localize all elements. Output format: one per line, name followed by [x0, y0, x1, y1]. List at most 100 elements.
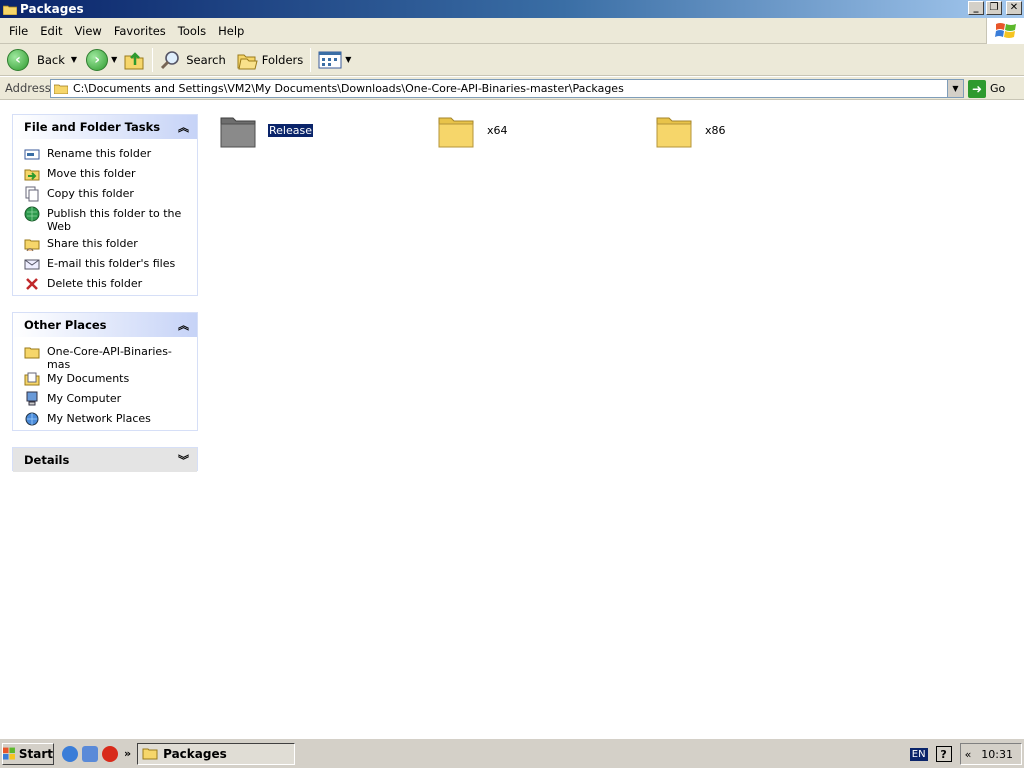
- folder-item-x64[interactable]: x64: [436, 110, 509, 150]
- windows-logo-icon: [3, 747, 15, 760]
- folder-icon: [656, 117, 692, 148]
- search-button[interactable]: Search: [157, 46, 229, 74]
- views-icon: [318, 51, 342, 68]
- task-share[interactable]: Share this folder: [13, 236, 197, 256]
- toolbar: ‹ Back ▼ › ▼ Search Folders ▼: [0, 44, 1024, 76]
- views-button[interactable]: ▼: [315, 46, 354, 74]
- other-places-header[interactable]: Other Places ︽: [13, 313, 197, 337]
- expand-chevron-icon[interactable]: ︾: [178, 452, 189, 468]
- back-button[interactable]: ‹ Back: [4, 46, 68, 74]
- up-folder-button[interactable]: [120, 46, 148, 74]
- notification-area: « 10:31: [959, 743, 1022, 765]
- delete-icon: [24, 276, 40, 292]
- panel-title: Other Places: [24, 318, 107, 332]
- toolbar-separator: [152, 47, 154, 72]
- address-label: Address: [5, 81, 51, 95]
- folders-icon: [237, 54, 258, 69]
- title-bar[interactable]: Packages _ ❐ ✕: [0, 0, 1024, 18]
- folder-icon: [142, 748, 158, 760]
- quick-launch-chevron-icon[interactable]: »: [124, 747, 131, 760]
- place-label: My Documents: [47, 372, 130, 385]
- folder-icon: [220, 117, 256, 148]
- place-my-documents[interactable]: My Documents: [13, 371, 197, 391]
- go-label: Go: [990, 82, 1006, 95]
- task-publish[interactable]: Publish this folder to the Web: [13, 206, 197, 236]
- close-button[interactable]: ✕: [1006, 1, 1022, 15]
- collapse-chevron-icon[interactable]: ︽: [178, 317, 189, 333]
- place-parent-folder[interactable]: One-Core-API-Binaries-mas: [13, 344, 197, 371]
- file-folder-tasks-header[interactable]: File and Folder Tasks ︽: [13, 115, 197, 139]
- network-places-icon: [24, 411, 40, 427]
- forward-button[interactable]: › ▼: [83, 46, 120, 74]
- menu-favorites[interactable]: Favorites: [108, 24, 172, 38]
- folder-icon: [438, 117, 474, 148]
- restore-button[interactable]: ❐: [986, 1, 1002, 15]
- publish-web-icon: [24, 206, 40, 222]
- taskbar-button-packages[interactable]: Packages: [137, 742, 296, 765]
- folder-icon: [24, 344, 40, 360]
- other-places-panel: Other Places ︽ One-Core-API-Binaries-mas…: [12, 312, 198, 431]
- my-documents-icon: [24, 371, 40, 387]
- clock[interactable]: 10:31: [981, 748, 1013, 761]
- menu-view[interactable]: View: [69, 24, 108, 38]
- back-label: Back: [37, 52, 65, 67]
- menu-edit[interactable]: Edit: [34, 24, 68, 38]
- panel-title: Details: [24, 453, 70, 467]
- back-dropdown-icon[interactable]: ▼: [71, 55, 77, 64]
- place-label: My Computer: [47, 392, 122, 405]
- task-copy[interactable]: Copy this folder: [13, 186, 197, 206]
- show-desktop-icon[interactable]: [82, 745, 98, 762]
- address-value: C:\Documents and Settings\VM2\My Documen…: [73, 82, 624, 95]
- task-move[interactable]: Move this folder: [13, 166, 197, 186]
- window-title: Packages: [20, 2, 84, 16]
- address-dropdown-icon[interactable]: ▼: [947, 80, 963, 97]
- start-label: Start: [18, 746, 53, 761]
- forward-dropdown-icon[interactable]: ▼: [111, 55, 117, 64]
- move-icon: [24, 166, 40, 182]
- task-rename[interactable]: Rename this folder: [13, 146, 197, 166]
- opera-icon[interactable]: [102, 745, 118, 762]
- internet-explorer-icon[interactable]: [62, 745, 78, 762]
- folder-item-release[interactable]: Release: [218, 110, 314, 150]
- task-delete[interactable]: Delete this folder: [13, 276, 197, 296]
- forward-arrow-icon: ›: [86, 48, 109, 71]
- up-folder-icon: [124, 51, 144, 69]
- menu-file[interactable]: File: [3, 24, 34, 38]
- file-folder-tasks-panel: File and Folder Tasks ︽ Rename this fold…: [12, 114, 198, 296]
- task-label: Rename this folder: [47, 147, 152, 160]
- address-bar: Address C:\Documents and Settings\VM2\My…: [0, 77, 1024, 100]
- task-label: E-mail this folder's files: [47, 257, 176, 270]
- collapse-chevron-icon[interactable]: ︽: [178, 119, 189, 135]
- folder-name: Release: [267, 122, 314, 138]
- language-indicator[interactable]: EN: [909, 747, 928, 761]
- address-input[interactable]: C:\Documents and Settings\VM2\My Documen…: [50, 79, 964, 98]
- go-button[interactable]: ➜ Go: [968, 79, 1005, 98]
- folder-item-x86[interactable]: x86: [654, 110, 727, 150]
- folder-name: x64: [487, 123, 508, 137]
- copy-icon: [24, 186, 40, 202]
- details-panel: Details ︾: [12, 447, 198, 472]
- folders-label: Folders: [261, 52, 304, 67]
- folder-name: x86: [705, 123, 726, 137]
- menu-tools[interactable]: Tools: [172, 24, 212, 38]
- place-my-computer[interactable]: My Computer: [13, 391, 197, 411]
- task-label: Move this folder: [47, 167, 136, 180]
- tray-expand-icon[interactable]: «: [965, 748, 972, 761]
- my-computer-icon: [24, 391, 40, 407]
- folders-button[interactable]: Folders: [233, 46, 307, 74]
- place-network[interactable]: My Network Places: [13, 411, 197, 431]
- menu-help[interactable]: Help: [212, 24, 250, 38]
- search-label: Search: [186, 52, 226, 67]
- help-icon[interactable]: ?: [935, 746, 952, 762]
- menu-bar: File Edit View Favorites Tools Help: [0, 18, 1024, 44]
- details-header[interactable]: Details ︾: [13, 448, 197, 472]
- start-button[interactable]: Start: [2, 742, 54, 765]
- views-dropdown-icon: ▼: [345, 55, 352, 64]
- task-email[interactable]: E-mail this folder's files: [13, 256, 197, 276]
- windows-logo-icon: [986, 18, 1024, 44]
- back-arrow-icon: ‹: [7, 48, 29, 71]
- task-label: Copy this folder: [47, 187, 134, 200]
- minimize-button[interactable]: _: [968, 1, 984, 15]
- task-button-label: Packages: [163, 746, 227, 761]
- folder-view[interactable]: Release x64 x86: [208, 101, 1024, 737]
